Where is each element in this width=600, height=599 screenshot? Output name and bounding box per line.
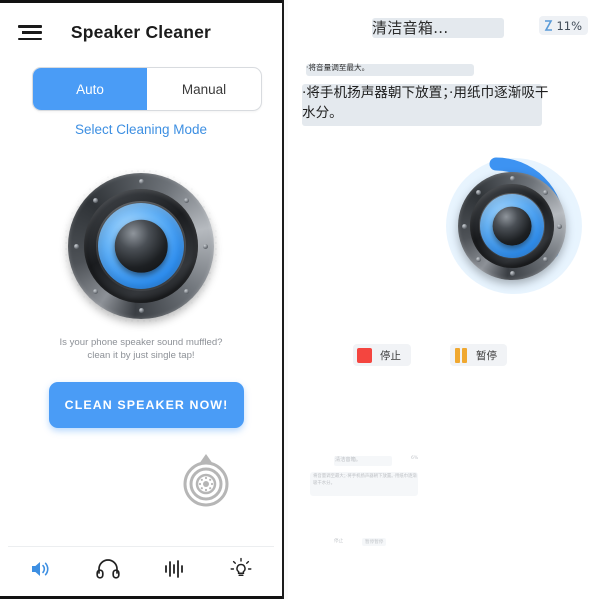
tab-headphones[interactable] [75, 547, 142, 591]
playback-controls: 停止 暂停 [288, 344, 600, 368]
pause-bars-icon [454, 347, 468, 363]
mini-title: 清洁音箱。 [335, 456, 361, 463]
speaker-dome [492, 206, 532, 246]
speaker-graphic [458, 172, 566, 280]
tab-tips[interactable] [208, 547, 275, 591]
mini-stop-label: 停止 [334, 539, 344, 544]
headphones-icon [96, 559, 120, 579]
left-phone-panel: Speaker Cleaner Auto Manual Select Clean… [0, 0, 284, 599]
mini-body-text: 将音量调至最大；·将手机扬声器朝下放置。·用纸巾逐渐吸干水分。 [313, 474, 417, 487]
tab-equalizer[interactable] [141, 547, 208, 591]
muffled-hint-line1: Is your phone speaker sound muffled? [59, 337, 223, 348]
muffled-hint-line2: clean it by just single tap! [87, 350, 195, 361]
progress-arrow-icon [545, 20, 553, 31]
mini-overlay-replica: 清洁音箱。 6% 将音量调至最大；·将手机扬声器朝下放置。·用纸巾逐渐吸干水分。… [310, 452, 430, 562]
clean-speaker-button[interactable]: CLEAN SPEAKER NOW! [49, 382, 244, 428]
segment-manual[interactable]: Manual [147, 68, 261, 110]
screenshot-stage: Speaker Cleaner Auto Manual Select Clean… [0, 0, 600, 599]
cleaning-status-title: 清洁音箱... [372, 19, 449, 37]
pause-button-label: 暂停 [476, 349, 497, 362]
muffled-hint: Is your phone speaker sound muffled? cle… [4, 336, 278, 362]
mini-progress-percent: 6% [411, 455, 419, 461]
stop-button-label: 停止 [380, 349, 401, 362]
app-bar: Speaker Cleaner [4, 10, 278, 56]
speaker-dome [114, 219, 168, 273]
speaker-graphic [68, 173, 214, 319]
waveform-equalizer-icon [165, 560, 184, 578]
tab-speaker[interactable] [8, 547, 75, 591]
hint-small-text: ·将音量调至最大。 [306, 63, 370, 72]
pause-button[interactable]: 暂停 [450, 344, 507, 366]
bottom-tab-bar [8, 546, 274, 591]
phone-screen: Speaker Cleaner Auto Manual Select Clean… [4, 4, 278, 595]
cleaning-mode-segmented-control[interactable]: Auto Manual [32, 67, 262, 111]
progress-badge: 11% [539, 16, 588, 35]
lightbulb-icon [230, 557, 252, 576]
segment-auto[interactable]: Auto [33, 68, 147, 110]
page-title: Speaker Cleaner [70, 22, 212, 42]
right-result-panel: Speaker... 清洁音箱... 11% ·将音量调至最大。 ·将手机扬声器… [288, 0, 600, 599]
select-cleaning-mode-link[interactable]: Select Cleaning Mode [4, 122, 278, 137]
stop-square-icon [357, 347, 372, 363]
mini-pause-label: 暂停暂停 [362, 538, 387, 546]
hint-big-text: ·将手机扬声器朝下放置；·用纸巾逐渐吸干水分。 [302, 85, 549, 121]
stop-button[interactable]: 停止 [353, 344, 411, 366]
speaker-progress-illustration [440, 152, 588, 300]
progress-percent: 11% [556, 18, 582, 33]
speaker-illustration [51, 156, 231, 336]
volume-speaker-icon [32, 562, 49, 576]
concentric-rings-logo-icon [183, 454, 229, 507]
